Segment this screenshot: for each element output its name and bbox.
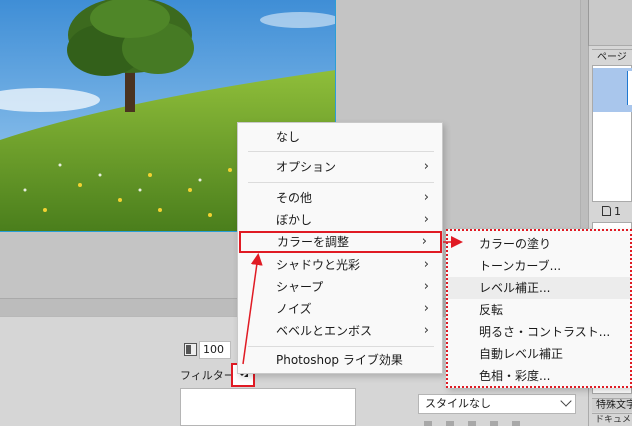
menu-separator [248, 151, 434, 152]
chevron-right-icon: › [423, 159, 429, 174]
menu-item-label: なし [276, 130, 301, 144]
chevron-right-icon: › [423, 323, 429, 338]
style-toolbar [424, 418, 584, 426]
submenu-item-label: トーンカーブ... [479, 259, 562, 273]
submenu-item-curves[interactable]: トーンカーブ... [448, 255, 630, 277]
submenu-item-hue-saturation[interactable]: 色相・彩度... [448, 365, 630, 387]
menu-item-adjust-color[interactable]: カラーを調整 › [239, 231, 442, 253]
menu-item-other[interactable]: その他 › [238, 187, 442, 209]
menu-item-label: カラーを調整 [277, 235, 350, 249]
menu-separator [248, 346, 434, 347]
menu-item-photoshop-live-effects[interactable]: Photoshop ライブ効果 [238, 349, 442, 371]
submenu-item-label: 色相・彩度... [479, 369, 551, 383]
tab-special-characters[interactable]: 特殊文字 [592, 398, 632, 412]
menu-item-label: シャープ [276, 280, 324, 294]
chevron-right-icon: › [423, 257, 429, 272]
chevron-right-icon: › [421, 234, 427, 249]
document-icon [602, 206, 611, 216]
menu-item-label: シャドウと光彩 [276, 258, 361, 272]
menu-item-none[interactable]: なし [238, 126, 442, 148]
menu-item-sharpen[interactable]: シャープ › [238, 276, 442, 298]
submenu-item-label: カラーの塗り [479, 237, 552, 251]
filter-list[interactable] [180, 388, 356, 426]
style-tool-icon[interactable] [446, 421, 454, 426]
menu-item-noise[interactable]: ノイズ › [238, 298, 442, 320]
submenu-item-invert[interactable]: 反転 [448, 299, 630, 321]
menu-separator [248, 182, 434, 183]
chevron-right-icon: › [423, 301, 429, 316]
submenu-item-levels[interactable]: レベル補正... [448, 277, 630, 299]
menu-item-label: ぼかし [276, 213, 313, 227]
page-count: 1 [602, 205, 621, 218]
menu-item-shadow-glow[interactable]: シャドウと光彩 › [238, 254, 442, 276]
menu-item-label: オプション [276, 160, 337, 174]
opacity-icon [184, 343, 197, 356]
tab-pages[interactable]: ページ [592, 49, 632, 65]
pages-topbar [588, 0, 632, 46]
style-tool-icon[interactable] [512, 421, 520, 426]
submenu-item-color-fill[interactable]: カラーの塗り [448, 233, 630, 255]
submenu-item-auto-levels[interactable]: 自動レベル補正 [448, 343, 630, 365]
submenu-item-label: 反転 [479, 303, 504, 317]
page-thumbnail-image [627, 71, 632, 105]
menu-item-blur[interactable]: ぼかし › [238, 209, 442, 231]
chevron-right-icon: › [423, 279, 429, 294]
menu-item-label: Photoshop ライブ効果 [276, 353, 403, 367]
submenu-item-brightness-contrast[interactable]: 明るさ・コントラスト... [448, 321, 630, 343]
menu-item-label: その他 [276, 191, 313, 205]
chevron-right-icon: › [423, 190, 429, 205]
page-count-value: 1 [614, 205, 621, 218]
menu-item-label: ベベルとエンボス [276, 324, 373, 338]
submenu-item-label: 明るさ・コントラスト... [479, 325, 611, 339]
style-select-value: スタイルなし [425, 397, 491, 410]
opacity-input[interactable]: 100 [199, 341, 231, 359]
style-tool-icon[interactable] [424, 421, 432, 426]
menu-item-options[interactable]: オプション › [238, 156, 442, 178]
style-tool-icon[interactable] [490, 421, 498, 426]
style-tool-icon[interactable] [468, 421, 476, 426]
submenu-item-label: 自動レベル補正 [479, 347, 564, 361]
style-select[interactable]: スタイルなし [418, 394, 576, 414]
chevron-right-icon: › [423, 212, 429, 227]
menu-item-label: ノイズ [276, 302, 312, 316]
adjust-color-submenu: カラーの塗り トーンカーブ... レベル補正... 反転 明るさ・コントラスト.… [446, 229, 632, 388]
chevron-down-icon [560, 395, 572, 407]
filter-context-menu: なし オプション › その他 › ぼかし › カラーを調整 › シャドウと光彩 … [237, 122, 443, 374]
tab-document[interactable]: ドキュメ [592, 413, 632, 426]
menu-item-bevel-emboss[interactable]: ベベルとエンボス › [238, 320, 442, 342]
submenu-item-label: レベル補正... [479, 281, 551, 295]
